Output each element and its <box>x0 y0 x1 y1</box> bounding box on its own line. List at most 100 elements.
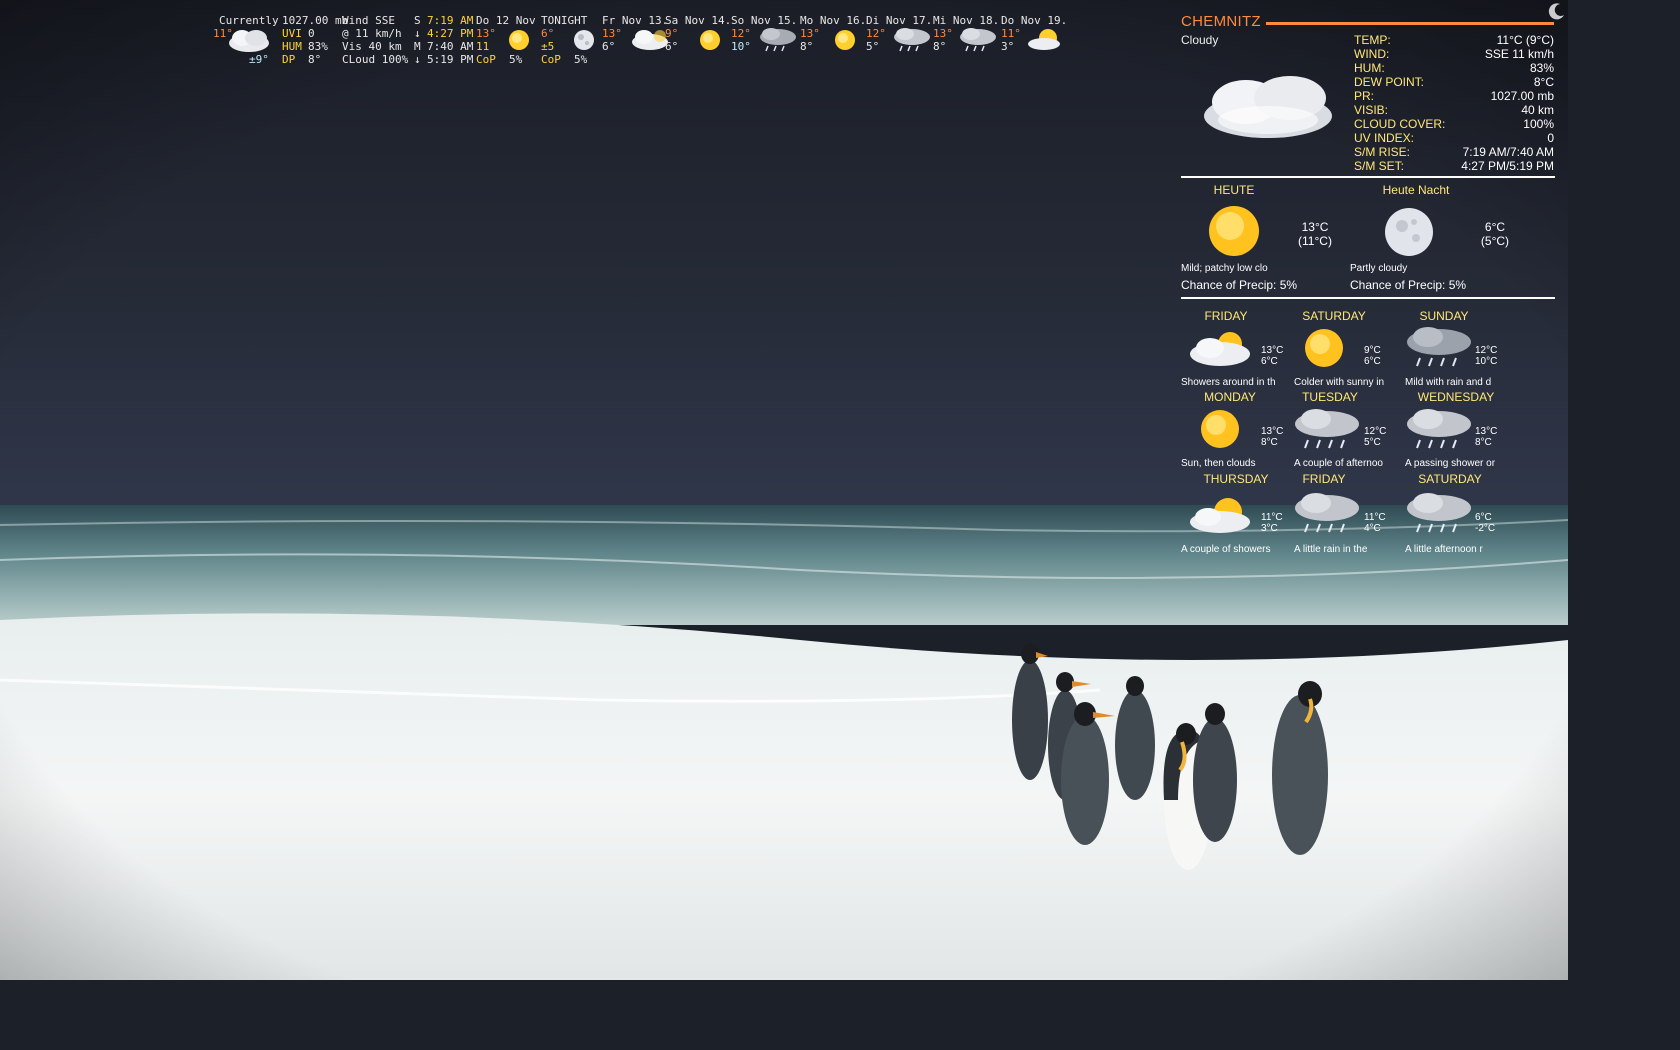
tonight-lo: ±5 <box>541 40 555 53</box>
stat-value: 4:27 PM/5:19 PM <box>1461 159 1554 173</box>
stat-label: VISIB: <box>1354 103 1389 117</box>
forecast-hi: 12°C <box>1475 345 1498 356</box>
stat-label: TEMP: <box>1354 33 1391 47</box>
today-precip: Chance of Precip: 5% <box>1181 278 1298 292</box>
hum-value: 83% <box>308 40 328 53</box>
today-cop-label: CoP <box>476 53 496 66</box>
moonset-time: 5:19 PM <box>427 53 474 66</box>
rain-icon <box>1404 406 1474 455</box>
sunset-time: 4:27 PM <box>427 27 474 40</box>
sun-label: S <box>414 14 421 27</box>
day-hi: 12° <box>731 27 751 40</box>
tonight-feels: (5°C) <box>1480 234 1510 248</box>
sunset-arrow: ↓ <box>414 27 421 40</box>
tonight-precip: Chance of Precip: 5% <box>1350 278 1467 292</box>
forecast-lo: 6°C <box>1364 356 1381 367</box>
forecast-day: THURSDAY <box>1203 472 1269 486</box>
forecast-description: Colder with sunny in <box>1294 377 1385 388</box>
forecast-day: SATURDAY <box>1418 472 1482 486</box>
current-label: Currently <box>219 14 279 27</box>
sunny-icon <box>507 28 531 57</box>
day-hi: 9° <box>665 27 679 40</box>
forecast-hi: 11°C <box>1261 512 1283 523</box>
cloud-sun-icon <box>1188 492 1258 539</box>
tonight-cop-label: CoP <box>541 53 561 66</box>
today-hi: 13° <box>476 27 496 40</box>
forecast-day: SATURDAY <box>1302 309 1366 323</box>
day-lo: 8° <box>933 40 947 53</box>
today-heading: HEUTE <box>1213 183 1255 197</box>
forecast-lo: 8°C <box>1261 437 1278 448</box>
dp-value: 8° <box>308 53 322 66</box>
sunny-icon <box>698 28 722 57</box>
day-hi: 13° <box>800 27 820 40</box>
cloud-sun-icon <box>1188 326 1258 373</box>
hum-label: HUM <box>282 40 302 53</box>
rain-icon <box>958 26 998 57</box>
cloudy-icon <box>1198 68 1338 151</box>
day-hi: 13° <box>602 27 622 40</box>
cloud-line: CLoud 100% <box>342 53 409 66</box>
wind-speed: @ 11 km/h <box>342 27 402 40</box>
forecast-description: A little afternoon r <box>1405 544 1483 555</box>
tonight-heading: Heute Nacht <box>1382 183 1450 197</box>
today-feels: (11°C) <box>1298 234 1332 248</box>
stat-label: DEW POINT: <box>1354 75 1425 89</box>
divider <box>1181 297 1555 299</box>
stat-value: SSE 11 km/h <box>1484 47 1554 61</box>
sunrise-time: 7:19 AM <box>427 14 474 27</box>
stat-value: 1027.00 mb <box>1490 89 1554 103</box>
sunny-icon <box>1300 327 1348 372</box>
stat-label: S/M RISE: <box>1354 145 1411 159</box>
forecast-lo: -2°C <box>1475 523 1496 534</box>
today-lo: 11 <box>476 40 490 53</box>
today-description: Mild; patchy low clo <box>1181 263 1268 274</box>
forecast-lo: 6°C <box>1261 356 1278 367</box>
city-divider <box>1266 22 1554 25</box>
forecast-description: A little rain in the <box>1294 544 1368 555</box>
forecast-lo: 4°C <box>1364 523 1381 534</box>
today-temp: 13°C <box>1301 220 1329 234</box>
rain-icon <box>1404 490 1474 539</box>
sunny-icon <box>1196 408 1244 453</box>
stat-value: 100% <box>1523 117 1554 131</box>
day-lo: 6° <box>602 40 616 53</box>
day-lo: 5° <box>866 40 880 53</box>
cloudy-icon <box>630 28 670 57</box>
stat-label: CLOUD COVER: <box>1354 117 1446 131</box>
forecast-hi: 13°C <box>1261 345 1284 356</box>
stat-label: PR: <box>1354 89 1375 103</box>
forecast-hi: 6°C <box>1475 512 1492 523</box>
forecast-description: A couple of afternoo <box>1294 458 1383 469</box>
forecast-day: FRIDAY <box>1204 309 1248 323</box>
day-label: Mo Nov 16. <box>800 14 867 27</box>
day-hi: 13° <box>933 27 953 40</box>
forecast-lo: 10°C <box>1475 356 1498 367</box>
forecast-hi: 12°C <box>1364 426 1387 437</box>
forecast-lo: 8°C <box>1475 437 1492 448</box>
forecast-description: Sun, then clouds <box>1181 458 1256 469</box>
forecast-hi: 13°C <box>1261 426 1284 437</box>
tonight-temp: 6°C <box>1484 220 1506 234</box>
forecast-description: A passing shower or <box>1405 458 1496 469</box>
day-hi: 12° <box>866 27 886 40</box>
sunny-icon <box>1200 202 1266 263</box>
partly-sunny-icon <box>1026 28 1066 57</box>
forecast-lo: 5°C <box>1364 437 1381 448</box>
wind-line: Wind SSE <box>342 14 395 27</box>
forecast-day: TUESDAY <box>1302 390 1358 404</box>
stat-value: 40 km <box>1521 103 1554 117</box>
rain-icon <box>1292 406 1362 455</box>
moonset-arrow: ↓ <box>414 53 421 66</box>
dp-label: DP <box>282 53 296 66</box>
sunny-icon <box>833 28 857 57</box>
forecast-description: Showers around in th <box>1181 377 1276 388</box>
rain-icon <box>1292 490 1362 539</box>
day-label: Fr Nov 13. <box>602 14 669 27</box>
stat-value: 0 <box>1547 131 1554 145</box>
forecast-lo: 3°C <box>1261 523 1278 534</box>
forecast-description: Mild with rain and d <box>1405 377 1492 388</box>
today-label: Do 12 Nov <box>476 14 536 27</box>
moonrise-time: 7:40 AM <box>427 40 474 53</box>
uvi-value: 0 <box>308 27 315 40</box>
